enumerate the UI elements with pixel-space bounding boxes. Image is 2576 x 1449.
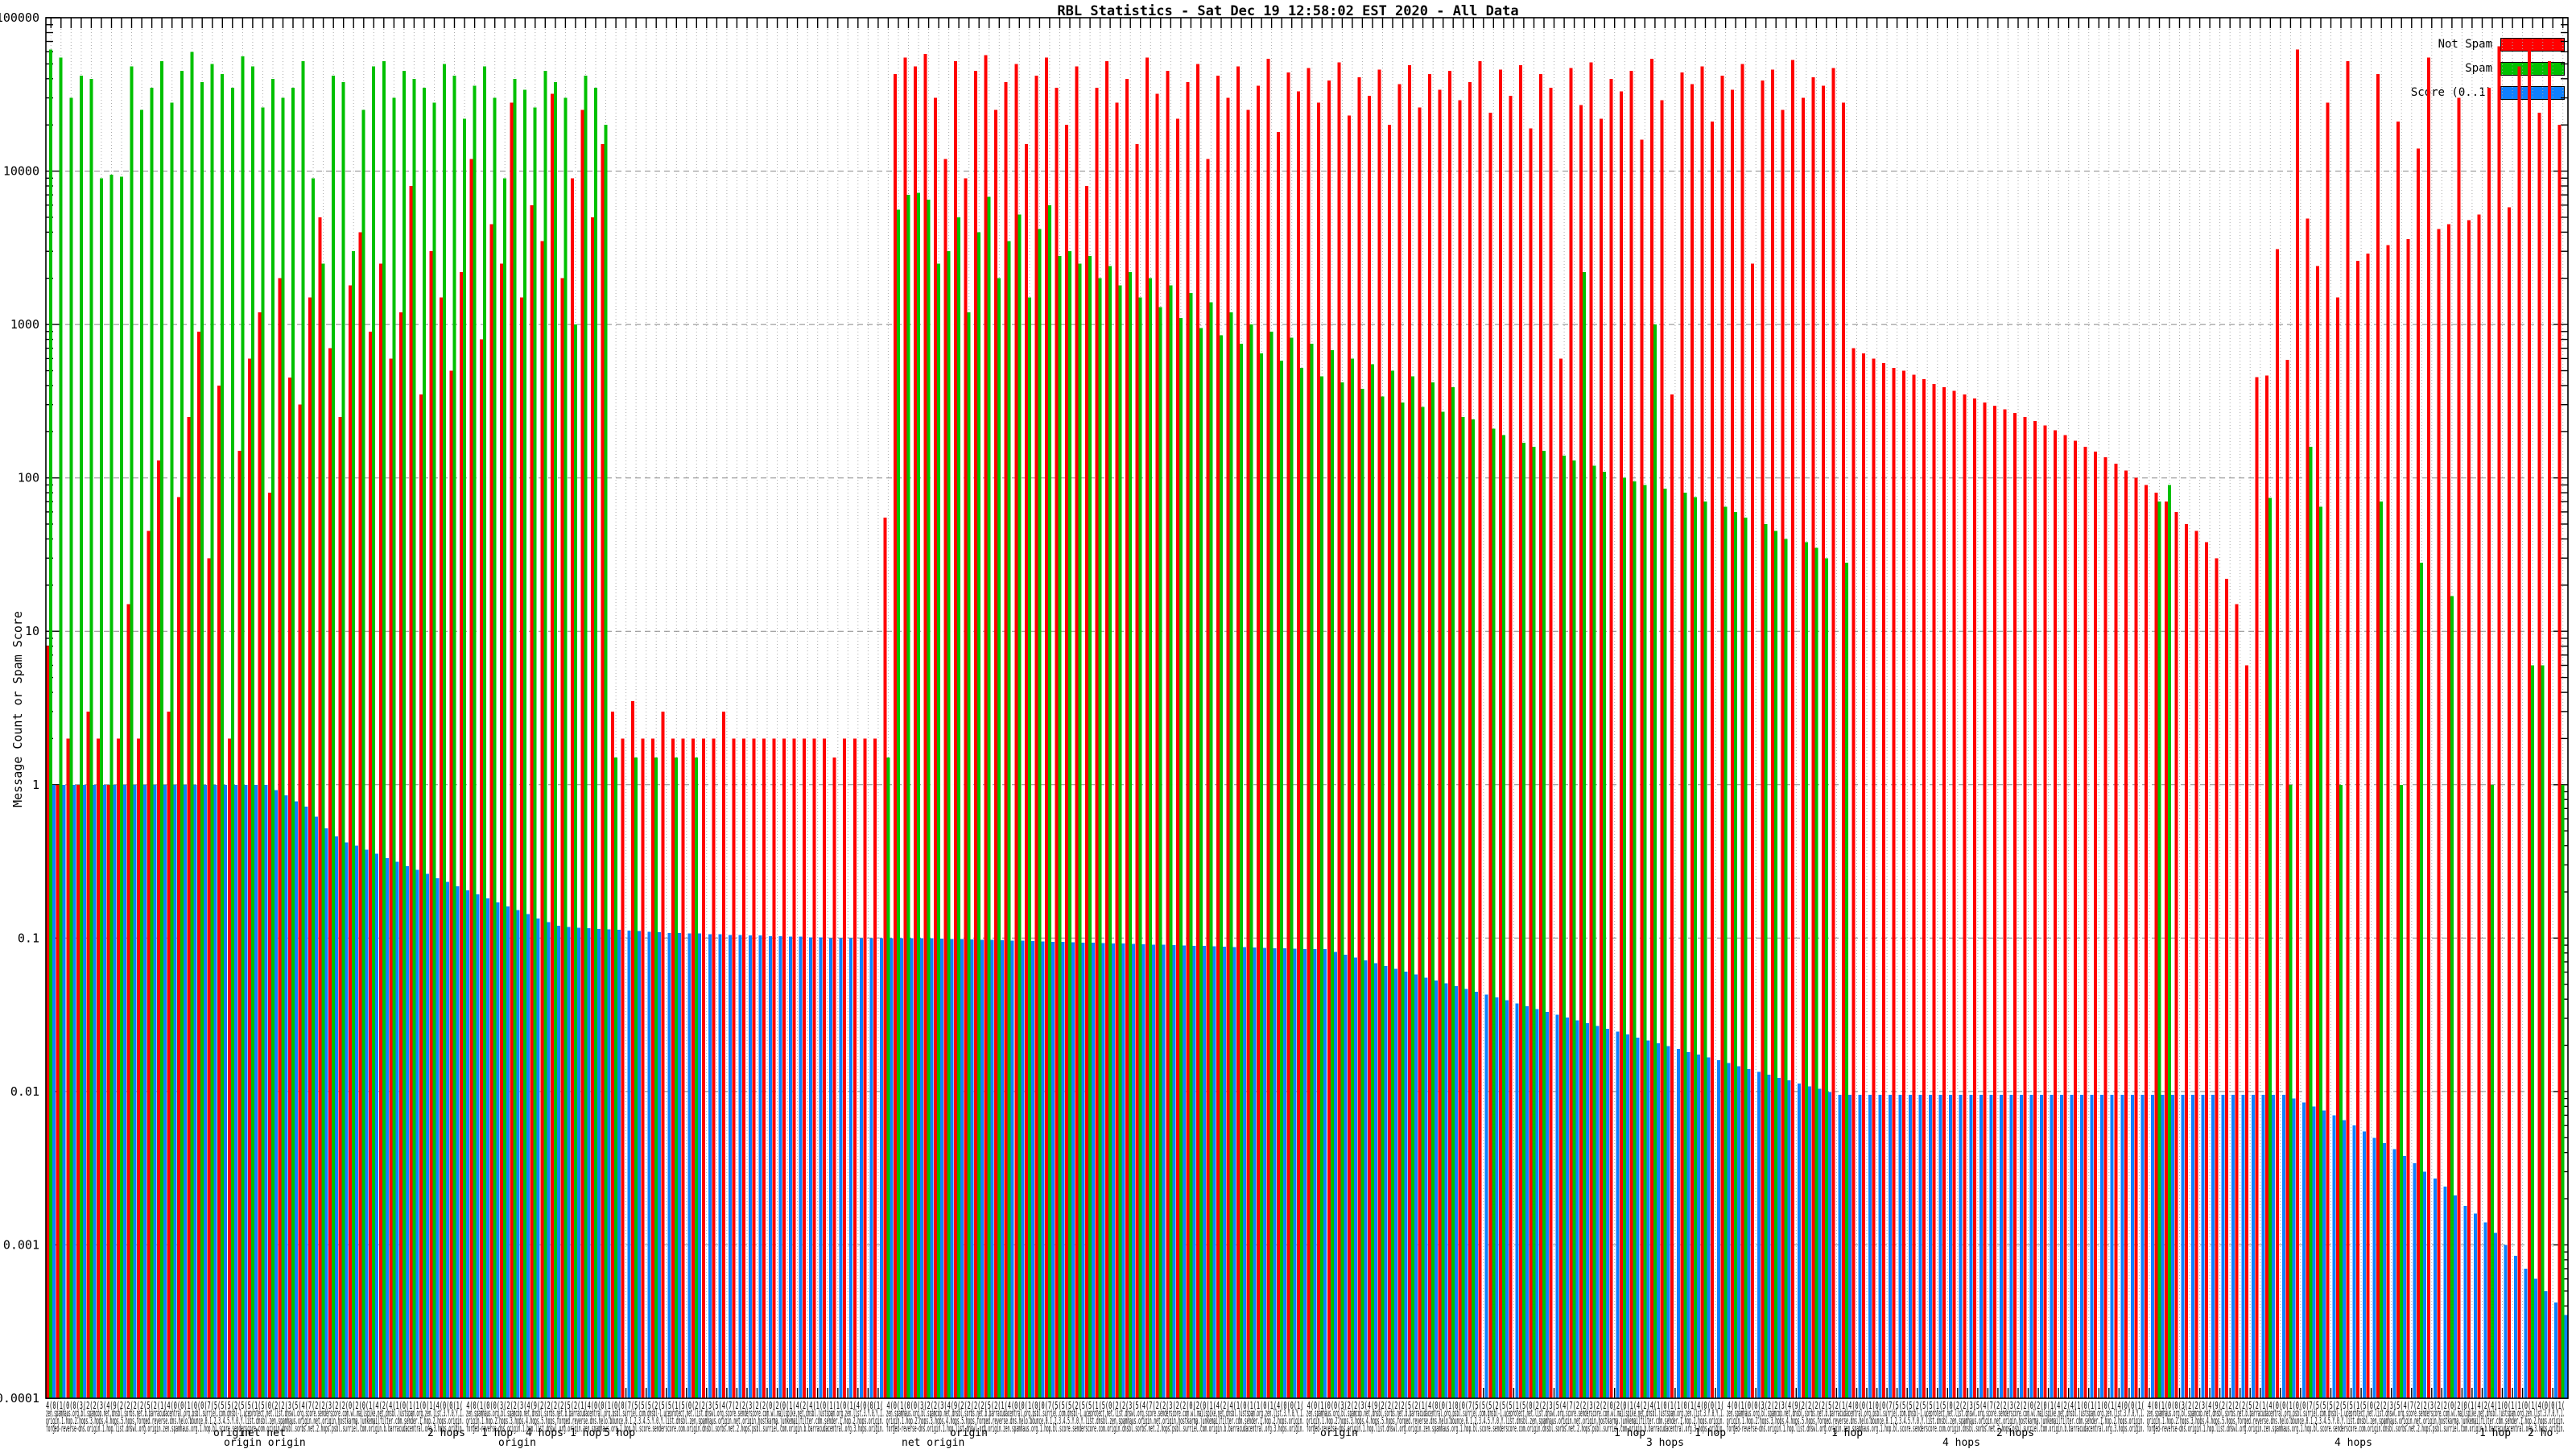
svg-text:0.01: 0.01 — [10, 1084, 39, 1099]
svg-text:1 hop: 1 hop — [1614, 1427, 1645, 1439]
svg-text:2 hops: 2 hops — [1996, 1427, 2034, 1439]
y-tick-labels: 100000 10000 1000 100 10 1 0.1 0.01 0.001 0.0001 — [0, 10, 39, 1406]
svg-text:0.1: 0.1 — [18, 931, 39, 945]
x-axis-label-mush: 4(0(1(0(0(3(2(2(3(4(9(2(2(2(2(5(2(1(4(0(… — [46, 1400, 2565, 1435]
svg-text:0.0001: 0.0001 — [0, 1391, 39, 1406]
svg-text:1 hop: 1 hop — [570, 1427, 601, 1439]
svg-text:origin origin: origin origin — [224, 1437, 306, 1449]
svg-text:1: 1 — [32, 778, 39, 792]
svg-text:1 hop: 1 hop — [2479, 1427, 2511, 1439]
svg-text:10000: 10000 — [3, 164, 39, 179]
svg-text:origin: origin — [1320, 1427, 1358, 1439]
svg-text:1000: 1000 — [10, 317, 39, 332]
svg-text:10: 10 — [25, 624, 39, 638]
svg-text:2 hops: 2 hops — [427, 1427, 465, 1439]
svg-text:100: 100 — [18, 471, 39, 485]
svg-text:0.001: 0.001 — [3, 1237, 39, 1252]
svg-text:1 hop: 1 hop — [1831, 1427, 1863, 1439]
svg-text:1 hop: 1 hop — [1695, 1427, 1726, 1439]
rbl-bar-chart-plot: 100000 10000 1000 100 10 1 0.1 0.01 0.001 0.0001 4… — [0, 10, 2569, 1449]
svg-text:3 hops: 3 hops — [1646, 1437, 1684, 1449]
rbl-statistics-screen: RBL Statistics - Sat Dec 19 12:58:02 EST… — [0, 0, 2576, 1449]
svg-text:net origin: net origin — [902, 1437, 964, 1449]
svg-text:4 hops: 4 hops — [1942, 1437, 1980, 1449]
svg-text:100000: 100000 — [0, 10, 39, 25]
svg-text:5 hop: 5 hop — [604, 1427, 635, 1439]
svg-text:4 hops: 4 hops — [526, 1427, 564, 1439]
svg-text:forged-reverse-dns.origin.1.ho: forged-reverse-dns.origin.1.hop.list.dns… — [46, 1423, 2565, 1435]
svg-text:2 ho: 2 ho — [2528, 1427, 2553, 1439]
svg-text:4 hops: 4 hops — [2334, 1437, 2372, 1449]
